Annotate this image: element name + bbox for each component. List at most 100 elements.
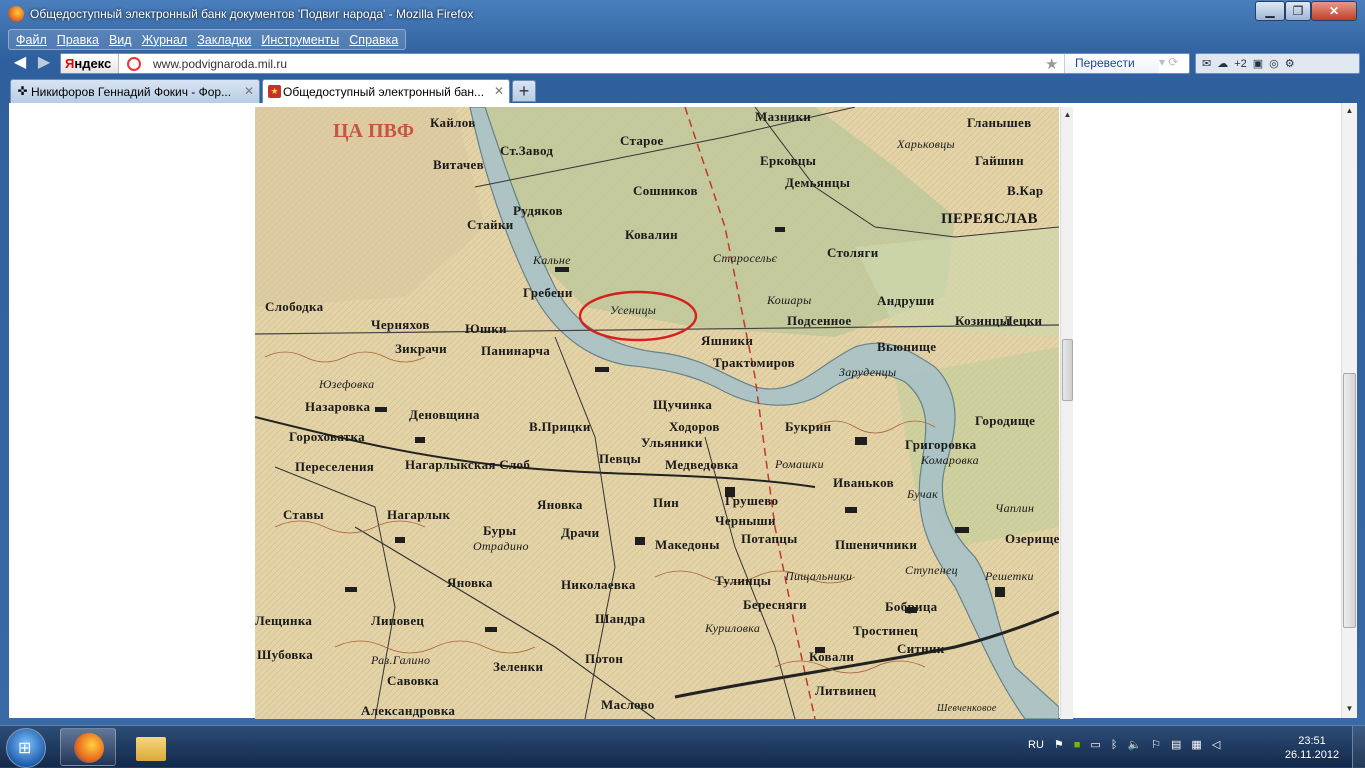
menu-file[interactable]: Файл (11, 30, 52, 49)
addons-count[interactable]: +2 (1234, 58, 1247, 70)
page-scrollbar[interactable]: ▲ ▼ (1341, 103, 1357, 718)
map-label: Раз.Галино (371, 653, 431, 667)
map-label: Чаплин (995, 501, 1035, 515)
language-indicator[interactable]: RU (1028, 739, 1044, 751)
url-text[interactable]: www.podvignaroda.mil.ru (153, 57, 287, 71)
map-label: Трактомиров (713, 355, 795, 370)
scroll-up-arrow-icon[interactable]: ▲ (1344, 105, 1355, 117)
map-label: В.Кар (1007, 183, 1044, 198)
menu-history[interactable]: Журнал (137, 30, 193, 49)
address-bar[interactable]: Яндекс www.podvignaroda.mil.ru ★ Перевес… (60, 53, 1190, 74)
menu-bookmarks[interactable]: Закладки (192, 30, 256, 49)
map-label: Пищальники (785, 569, 853, 583)
map-label: Нагарлык (387, 507, 451, 522)
map-label: Маслово (601, 697, 655, 712)
menu-view[interactable]: Вид (104, 30, 137, 49)
menu-help[interactable]: Справка (344, 30, 403, 49)
minimize-icon: ▁ (1265, 4, 1275, 18)
minimize-button[interactable]: ▁ (1255, 1, 1285, 21)
map-label: Ходоров (669, 419, 720, 434)
clock[interactable]: 23:51 26.11.2012 (1280, 734, 1344, 762)
yandex-logo-letter: Я (65, 56, 75, 71)
map-label: Решетки (985, 569, 1034, 583)
bookmark-star-icon[interactable]: ★ (1045, 55, 1058, 73)
taskbar-explorer[interactable] (122, 728, 178, 766)
start-button[interactable]: ⊞ (6, 728, 46, 768)
map-label: Гланышев (967, 115, 1032, 130)
mail-icon[interactable]: ✉ (1202, 57, 1211, 70)
close-tab-icon[interactable]: ✕ (244, 84, 254, 98)
cross-icon: ✜ (17, 84, 28, 98)
menu-edit[interactable]: Правка (52, 30, 104, 49)
map-label: Грушево (725, 493, 779, 508)
map-label: Яновка (537, 497, 583, 512)
folder-icon (136, 737, 166, 761)
map-label: Тростинец (853, 623, 919, 638)
close-button[interactable]: ✕ (1311, 1, 1357, 21)
windows-logo-icon: ⊞ (18, 740, 32, 757)
volume-icon[interactable]: 🔈 (1127, 738, 1141, 751)
star-medal-icon: ★ (268, 85, 281, 98)
map-label: Яшники (701, 333, 754, 348)
scroll-up-arrow-icon[interactable]: ▲ (1062, 109, 1073, 121)
bluetooth-icon[interactable]: ᛒ (1111, 739, 1118, 751)
map-label: Назаровка (305, 399, 371, 414)
flag-icon[interactable]: ⚑ (1054, 738, 1064, 751)
network-icon[interactable]: ▦ (1191, 738, 1201, 751)
yandex-search-engine[interactable]: Яндекс (61, 54, 119, 73)
map-label: Юзефовка (319, 377, 375, 391)
back-button[interactable]: ◀ (10, 53, 30, 73)
map-label: Шубовка (257, 647, 314, 662)
map-label: Ставы (283, 507, 324, 522)
map-label: Городище (975, 413, 1036, 428)
menu-tools[interactable]: Инструменты (256, 30, 344, 49)
map-label: Андруши (877, 293, 935, 308)
firefox-icon[interactable] (8, 6, 24, 22)
translate-button[interactable]: Перевести (1064, 54, 1159, 73)
map-label: Македоны (655, 537, 720, 552)
forward-button[interactable]: ▶ (34, 53, 54, 73)
addons-toolbar: ✉ ☁ +2 ▣ ◎ ⚙ (1195, 53, 1360, 74)
nvidia-icon[interactable]: ■ (1074, 739, 1081, 751)
map-label: Черныши (715, 513, 776, 528)
tools-icon[interactable]: ⚙ (1285, 57, 1295, 70)
site-identity-icon[interactable] (127, 57, 141, 71)
map-label: Ерковцы (760, 153, 817, 168)
yandex-logo-text: ндекс (74, 56, 112, 71)
tab-label: Никифоров Геннадий Фокич - Фор... (31, 85, 232, 99)
cloud-icon[interactable]: ☁ (1217, 57, 1228, 70)
reload-icon[interactable]: ▾ ⟳ (1159, 55, 1178, 69)
scroll-thumb[interactable] (1343, 373, 1356, 628)
maximize-button[interactable]: ❐ (1285, 1, 1311, 21)
map-label: Стайки (467, 217, 514, 232)
new-tab-button[interactable]: + (512, 80, 536, 102)
map-label: Шевченковое (937, 703, 997, 714)
map-label: Букрин (785, 419, 832, 434)
tab-podvig-naroda[interactable]: ★ Общедоступный электронный бан... ✕ (262, 79, 510, 104)
tab-forum[interactable]: ✜ Никифоров Геннадий Фокич - Фор... ✕ (10, 79, 260, 103)
action-center-icon[interactable]: ⚐ (1151, 738, 1161, 751)
map-label: Гороховатка (289, 429, 365, 444)
monitor-icon[interactable]: ▭ (1090, 738, 1100, 751)
map-label: Иваньков (833, 475, 894, 490)
badge-icon[interactable]: ▣ (1253, 57, 1263, 70)
map-label: Бобрица (885, 599, 938, 614)
sync-icon[interactable]: ◎ (1269, 57, 1279, 70)
close-tab-icon[interactable]: ✕ (494, 84, 504, 98)
system-tray: RU ⚑ ■ ▭ ᛒ 🔈 ⚐ ▤ ▦ ◁ (1028, 738, 1220, 752)
map-label: Буры (483, 523, 517, 538)
speaker-icon[interactable]: ◁ (1212, 738, 1220, 751)
map-label: Комаровка (921, 453, 979, 467)
map-label: Гайшин (975, 153, 1024, 168)
scroll-down-arrow-icon[interactable]: ▼ (1344, 703, 1355, 715)
window-title: Общедоступный электронный банк документо… (30, 7, 474, 21)
device-icon[interactable]: ▤ (1171, 738, 1181, 751)
map-label: Панинарча (481, 343, 551, 358)
tab-strip: ✜ Никифоров Геннадий Фокич - Фор... ✕ ★ … (0, 77, 1365, 104)
taskbar-firefox[interactable] (60, 728, 116, 766)
svg-text:ЦА ПВФ: ЦА ПВФ (333, 120, 414, 142)
scroll-thumb[interactable] (1062, 339, 1073, 401)
map-label: Черняхов (371, 317, 430, 332)
map-scrollbar[interactable]: ▲ (1060, 107, 1073, 719)
show-desktop-button[interactable] (1352, 726, 1365, 768)
